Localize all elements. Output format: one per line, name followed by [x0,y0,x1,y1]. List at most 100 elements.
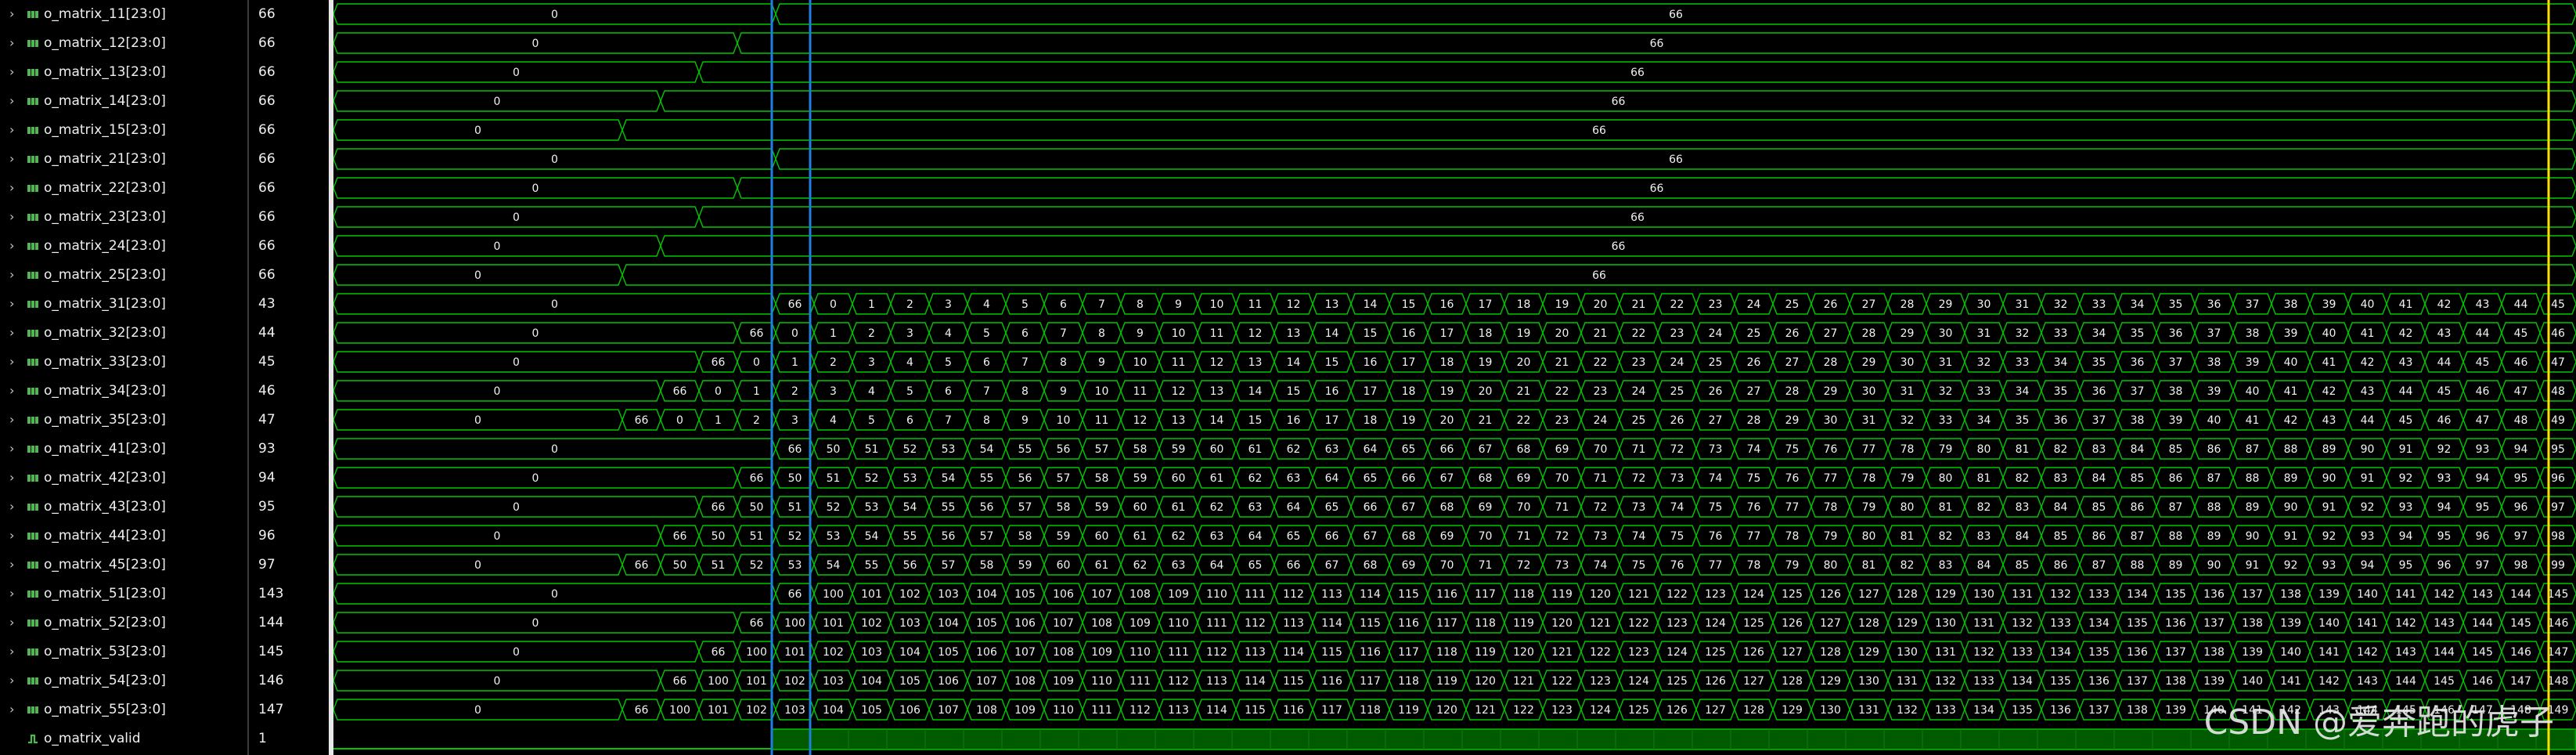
bus-value-label: 51 [712,559,726,572]
signal-value-row: 45 [249,348,329,377]
waveform-canvas[interactable]: 0 660 660 660 660 660 660 660 660 660 660 66 0 1 2 3 4 5 6… [333,0,2576,755]
bus-value-label: 92 [2437,443,2452,456]
expand-chevron-icon[interactable]: › [9,499,14,515]
signal-row[interactable]: › o_matrix_44[23:0] [0,522,247,551]
bus-value-label: 143 [2472,588,2493,601]
signal-row[interactable]: › o_matrix_21[23:0] [0,145,247,174]
bus-value-label: 66 [1287,559,1301,572]
bus-value-label: 32 [1900,414,1915,427]
expand-chevron-icon[interactable]: › [9,180,14,196]
expand-chevron-icon[interactable]: › [9,122,14,138]
bus-value-label: 126 [1782,617,1803,630]
signal-value-row: 145 [249,638,329,666]
signal-row[interactable]: › o_matrix_12[23:0] [0,29,247,58]
bus-value-label: 25 [1709,356,1723,369]
signal-row[interactable]: o_matrix_valid [0,724,247,753]
expand-chevron-icon[interactable]: › [9,586,14,601]
bus-value-label: 96 [2551,472,2565,485]
bus-value-label: 22 [1670,298,1684,311]
signal-row[interactable]: › o_matrix_11[23:0] [0,0,247,29]
signal-name: o_matrix_15[23:0] [44,122,166,138]
expand-chevron-icon[interactable]: › [9,557,14,573]
expand-chevron-icon[interactable]: › [9,383,14,399]
signal-row[interactable]: › o_matrix_55[23:0] [0,695,247,724]
bus-value-label: 58 [1095,472,1109,485]
signal-row[interactable]: › o_matrix_54[23:0] [0,666,247,695]
signal-row[interactable]: › o_matrix_14[23:0] [0,87,247,116]
expand-chevron-icon[interactable]: › [9,673,14,688]
bus-value-label: 30 [1824,414,1838,427]
bus-value-label: 25 [1670,385,1684,398]
bus-value-label: 29 [1824,385,1838,398]
expand-chevron-icon[interactable]: › [9,354,14,370]
signal-row[interactable]: › o_matrix_13[23:0] [0,58,247,87]
bus-value-label: 26 [1785,327,1800,340]
signal-row[interactable]: › o_matrix_23[23:0] [0,203,247,232]
bus-value-label: 25 [1632,414,1646,427]
bus-value-label: 9 [1175,298,1182,311]
bus-value-label: 2 [753,414,760,427]
bus-value-label: 17 [1402,356,1416,369]
bus-signal-icon [27,243,38,250]
signal-row[interactable]: › o_matrix_43[23:0] [0,493,247,522]
bus-value-label: 0 [513,646,520,659]
expand-chevron-icon[interactable]: › [9,64,14,80]
signal-row[interactable]: › o_matrix_31[23:0] [0,290,247,319]
bus-value-label: 141 [2357,617,2378,630]
expand-chevron-icon[interactable]: › [9,644,14,659]
bus-value-label: 136 [2203,588,2225,601]
expand-chevron-icon[interactable]: › [9,151,14,167]
expand-chevron-icon[interactable]: › [9,6,14,22]
signal-row[interactable]: › o_matrix_35[23:0] [0,406,247,435]
expand-chevron-icon[interactable]: › [9,267,14,283]
expand-chevron-icon[interactable]: › [9,702,14,717]
bus-value-label: 142 [2357,646,2378,659]
signal-row[interactable]: › o_matrix_24[23:0] [0,232,247,261]
bus-value-label: 2 [791,385,798,398]
expand-chevron-icon[interactable]: › [9,470,14,486]
expand-chevron-icon[interactable]: › [9,528,14,544]
expand-chevron-icon[interactable]: › [9,615,14,630]
bus-value-label: 113 [1283,617,1304,630]
signal-row[interactable]: › o_matrix_33[23:0] [0,348,247,377]
expand-chevron-icon[interactable]: › [9,209,14,225]
bus-signal-icon [27,533,38,540]
bus-value-label: 139 [2242,646,2263,659]
bus-value-label: 69 [1479,501,1493,514]
bus-value-label: 47 [2551,356,2565,369]
bus-value-label: 127 [1705,704,1726,717]
waveform-pane[interactable]: 0 66 0 66 0 66 0 66 0 66 0 66 0 66 0 66 0 66 0 66 0 66 0 1 2 3 4 5 6… [333,0,2576,755]
signal-value-row: 144 [249,609,329,638]
signal-row[interactable]: › o_matrix_45[23:0] [0,551,247,580]
bus-value-label: 82 [1900,559,1915,572]
bus-value-label: 53 [903,472,917,485]
signal-row[interactable]: › o_matrix_42[23:0] [0,464,247,493]
bus-value-label: 30 [1862,385,1876,398]
bus-value-label: 87 [2246,443,2260,456]
bus-value-label: 103 [899,617,921,630]
bus-value-label: 131 [1858,704,1879,717]
bus-value-label: 11 [1248,298,1263,311]
signal-row[interactable]: › o_matrix_34[23:0] [0,377,247,406]
expand-chevron-icon[interactable]: › [9,238,14,254]
signal-name: o_matrix_22[23:0] [44,180,166,196]
expand-chevron-icon[interactable]: › [9,412,14,428]
expand-chevron-icon[interactable]: › [9,93,14,109]
bus-value-label: 70 [1555,472,1569,485]
bus-value-label: 101 [708,704,729,717]
signal-row[interactable]: › o_matrix_32[23:0] [0,319,247,348]
signal-row[interactable]: › o_matrix_25[23:0] [0,261,247,290]
signal-row[interactable]: › o_matrix_51[23:0] [0,580,247,609]
bus-value-label: 53 [942,443,956,456]
bus-value-label: 145 [2548,588,2569,601]
signal-row[interactable]: › o_matrix_15[23:0] [0,116,247,145]
signal-row[interactable]: › o_matrix_53[23:0] [0,638,247,666]
signal-row[interactable]: › o_matrix_22[23:0] [0,174,247,203]
signal-row[interactable]: › o_matrix_52[23:0] [0,609,247,638]
expand-chevron-icon[interactable]: › [9,296,14,312]
expand-chevron-icon[interactable]: › [9,35,14,51]
expand-chevron-icon[interactable]: › [9,325,14,341]
expand-chevron-icon[interactable]: › [9,441,14,457]
bus-value-label: 3 [791,414,798,427]
signal-row[interactable]: › o_matrix_41[23:0] [0,435,247,464]
